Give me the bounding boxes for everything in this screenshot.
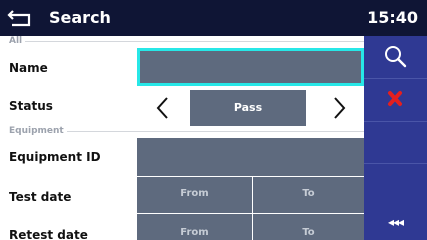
name-label: Name (9, 61, 48, 75)
back-arrow-icon (7, 10, 31, 27)
section-label-all: All (9, 36, 26, 46)
section-label-equipment: Equipment (9, 126, 67, 136)
clear-filter-icon (388, 91, 402, 106)
arrow-right-icon (334, 97, 346, 119)
sidebar-divider (364, 121, 427, 122)
clear-filter-button[interactable] (364, 79, 427, 120)
status-label: Status (9, 99, 53, 113)
sidebar-divider (364, 163, 427, 164)
retest-date-label: Retest date (9, 228, 88, 240)
action-sidebar: ◂◂◂ (364, 36, 427, 240)
from-label: From (180, 227, 209, 238)
header-bar: Search 15:40 (0, 0, 427, 36)
retest-date-from-field[interactable]: From (137, 214, 252, 240)
from-label: From (180, 188, 209, 199)
back-button[interactable] (6, 6, 42, 30)
search-button[interactable] (364, 36, 427, 77)
equipment-id-field[interactable] (137, 138, 364, 176)
status-next-button[interactable] (310, 90, 364, 126)
more-icon: ◂◂◂ (387, 215, 404, 229)
page-title: Search (49, 8, 111, 27)
status-value: Pass (190, 90, 306, 126)
test-date-to-field[interactable]: To (253, 177, 364, 213)
to-label: To (302, 188, 315, 199)
test-date-from-field[interactable]: From (137, 177, 252, 213)
search-icon (385, 46, 407, 68)
arrow-left-icon (156, 97, 168, 119)
clock: 15:40 (367, 8, 418, 27)
name-field[interactable] (137, 48, 364, 86)
more-options-button[interactable]: ◂◂◂ (364, 204, 427, 240)
section-divider (9, 41, 364, 42)
retest-date-to-field[interactable]: To (253, 214, 364, 240)
test-date-label: Test date (9, 190, 72, 204)
equipment-id-label: Equipment ID (9, 150, 101, 164)
status-prev-button[interactable] (137, 90, 191, 126)
to-label: To (302, 227, 315, 238)
